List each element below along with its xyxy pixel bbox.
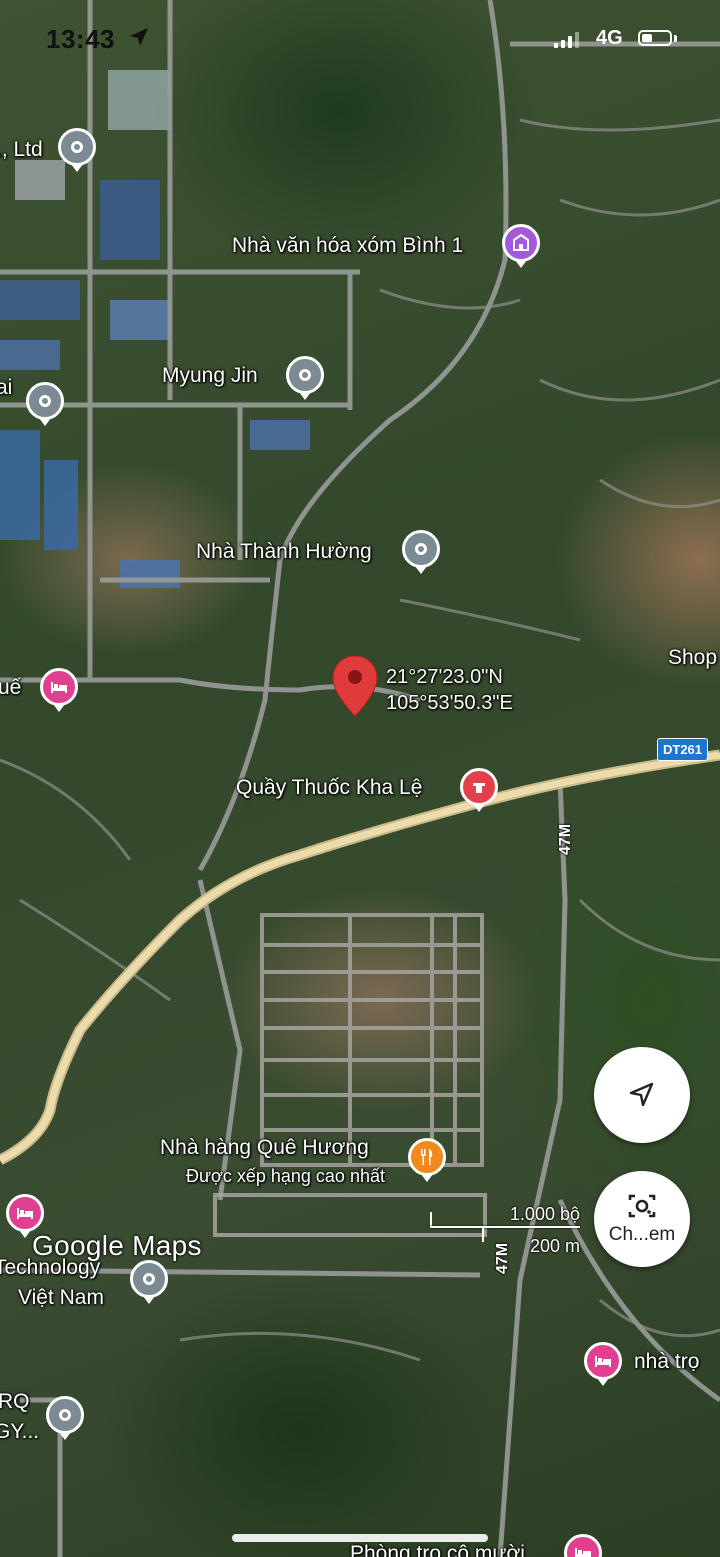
network-type: 4G	[596, 27, 623, 49]
poi-label: Nhà văn hóa xóm Bình 1	[232, 234, 464, 257]
place-pin-icon	[26, 382, 64, 426]
location-pin-icon	[332, 655, 378, 717]
poi-sublabel: Được xếp hạng cao nhất	[186, 1166, 385, 1186]
battery-icon	[638, 30, 672, 46]
poi-label: ., Ltd	[0, 138, 43, 161]
road-label-47m: 47M	[557, 823, 574, 855]
poi-label: uế	[0, 676, 22, 699]
poi-label: Việt Nam	[18, 1286, 104, 1309]
poi-label: nhà trọ	[634, 1350, 700, 1373]
navigation-arrow-icon	[629, 1082, 654, 1107]
camera-lens-icon	[628, 1194, 656, 1218]
hotel-bed-icon	[40, 668, 78, 712]
satellite-map[interactable]: ., Ltd Nhà văn hóa xóm Bình 1 Myung Jin …	[0, 0, 720, 1557]
poi-label: Myung Jin	[162, 364, 258, 387]
status-time: 13:43	[46, 24, 115, 54]
scale-meters: 200 m	[529, 1236, 580, 1256]
scale-feet: 1.000 bộ	[509, 1204, 580, 1224]
lens-search-button[interactable]: Ch...em	[594, 1171, 690, 1267]
my-location-button[interactable]	[594, 1047, 690, 1143]
poi-label: Phòng trọ cô mười	[350, 1542, 525, 1557]
place-pin-icon	[58, 128, 96, 172]
pharmacy-icon	[460, 768, 498, 812]
restaurant-icon	[408, 1138, 446, 1182]
signal-strength-icon	[554, 32, 579, 48]
poi-label: Quầy Thuốc Kha Lệ	[236, 776, 423, 799]
poi-label: ai	[0, 376, 13, 399]
hotel-bed-icon	[584, 1342, 622, 1386]
poi-label: GY...	[0, 1420, 40, 1443]
place-pin-icon	[286, 356, 324, 400]
lens-button-label: Ch...em	[608, 1224, 676, 1245]
place-pin-icon	[130, 1260, 168, 1304]
status-bar: 13:43 4G	[0, 0, 720, 80]
marker-coordinates: 21°27'23.0"N 105°53'50.3"E	[386, 664, 513, 716]
place-pin-icon	[402, 530, 440, 574]
location-arrow-icon	[130, 28, 148, 46]
poi-label: Nhà hàng Quê Hương	[160, 1136, 369, 1159]
poi-label: Nhà Thành Hường	[196, 540, 372, 563]
poi-shop-label[interactable]: Shop	[668, 646, 717, 670]
poi-label: RQ	[0, 1390, 30, 1413]
dropped-pin-marker[interactable]	[331, 654, 379, 725]
longitude-text: 105°53'50.3"E	[386, 692, 513, 714]
latitude-text: 21°27'23.0"N	[386, 666, 503, 688]
culture-house-icon	[502, 224, 540, 268]
road-label-47m: 47M	[494, 1242, 511, 1274]
hotel-bed-icon	[6, 1194, 44, 1238]
home-indicator[interactable]	[232, 1534, 488, 1542]
place-pin-icon	[46, 1396, 84, 1440]
poi-label: Technology	[0, 1256, 101, 1279]
road-shield-dt261: DT261	[657, 738, 709, 761]
